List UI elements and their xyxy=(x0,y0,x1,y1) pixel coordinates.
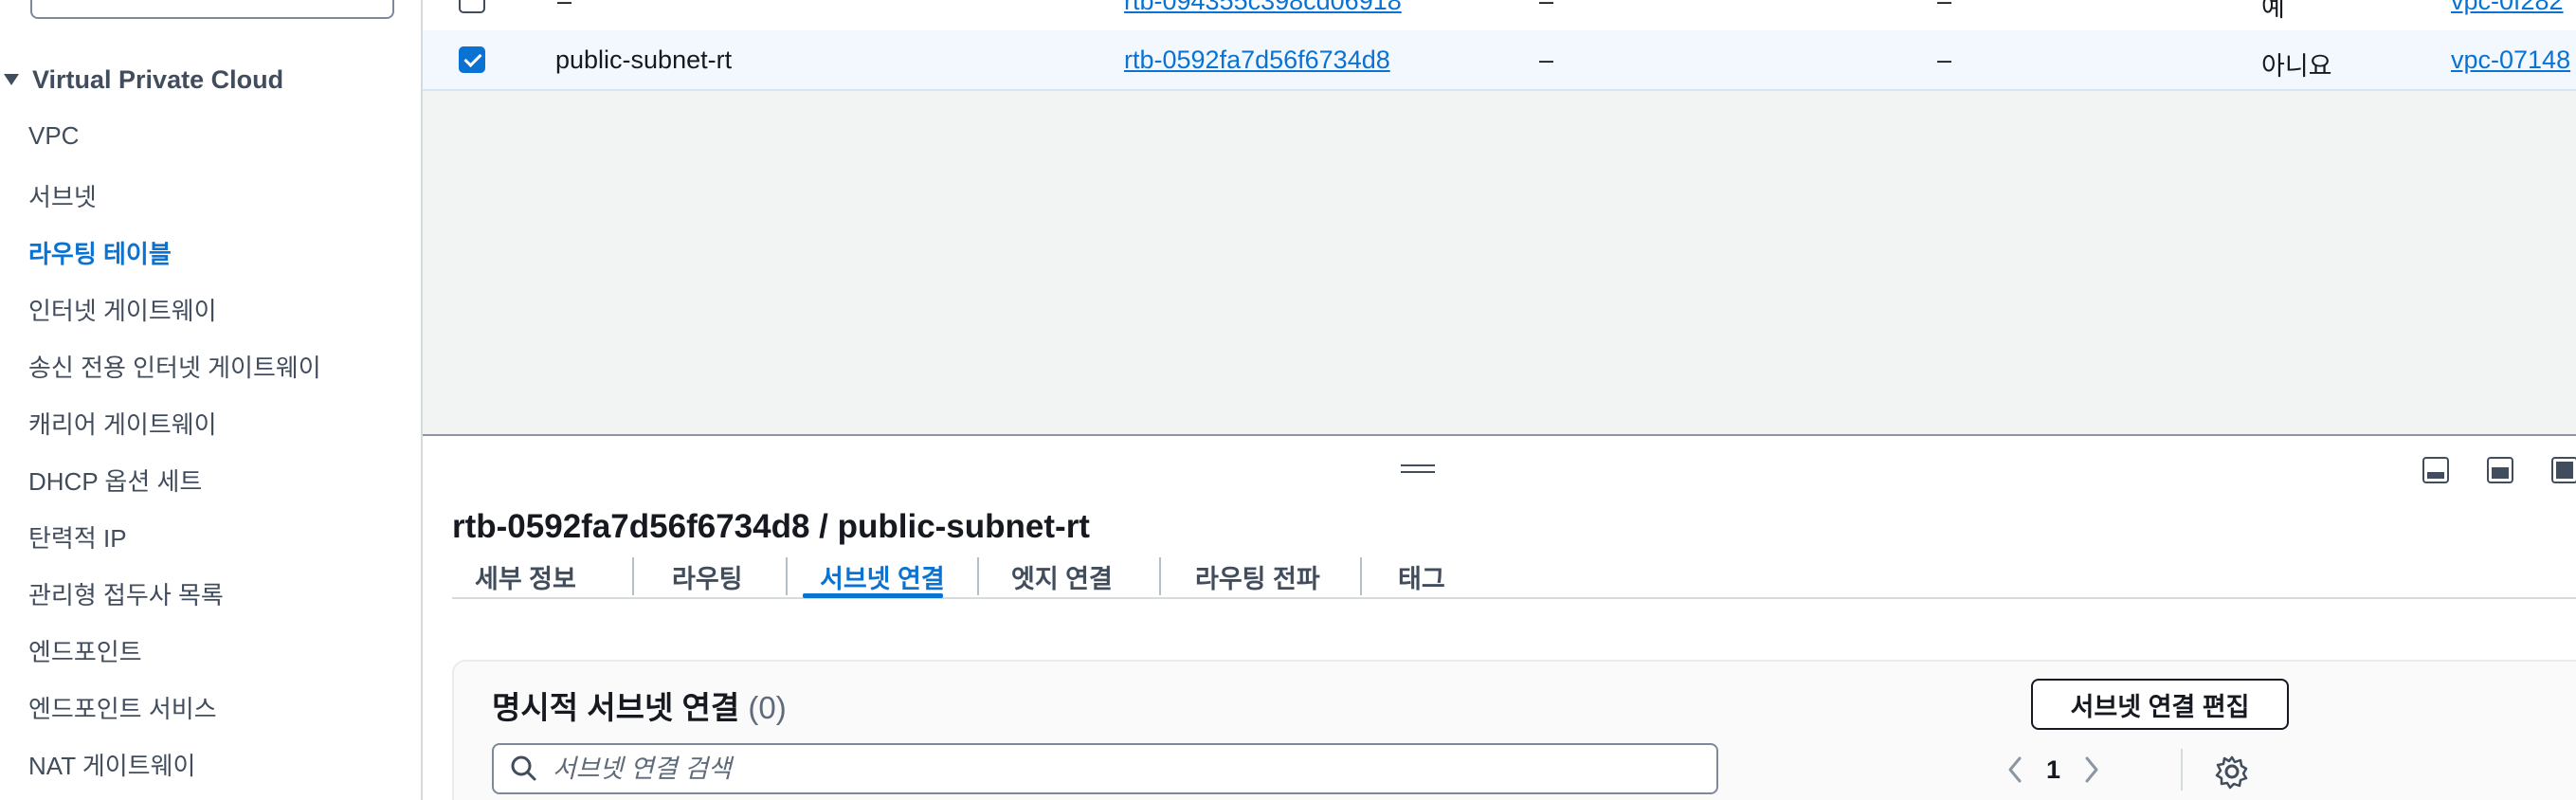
pager-divider xyxy=(2181,749,2183,791)
search-input[interactable] xyxy=(551,753,1692,785)
row-name: – xyxy=(557,0,572,15)
search-field[interactable] xyxy=(492,743,1718,794)
sidebar-item-endpoint-services[interactable]: 엔드포인트 서비스 xyxy=(28,690,217,725)
chevron-left-icon[interactable] xyxy=(2001,751,2029,789)
active-tab-indicator xyxy=(803,593,943,598)
edit-subnet-associations-button[interactable]: 서브넷 연결 편집 xyxy=(2031,679,2289,730)
tab-tags[interactable]: 태그 xyxy=(1398,555,1445,597)
container-count: (0) xyxy=(748,690,787,725)
sidebar-item-egress-only-igw[interactable]: 송신 전용 인터넷 게이트웨이 xyxy=(28,349,321,384)
row-name: public-subnet-rt xyxy=(555,45,733,74)
tab-divider xyxy=(1159,557,1161,595)
sidebar-item-internet-gateways[interactable]: 인터넷 게이트웨이 xyxy=(28,292,217,327)
row-explicit-subnets: – xyxy=(1539,45,1554,74)
row-main: 아니요 xyxy=(2261,52,2332,81)
table-row[interactable]: – rtb-094355c398cd06918 – – 예 vpc-0f282 xyxy=(423,0,2576,32)
sidebar-item-elastic-ips[interactable]: 탄력적 IP xyxy=(28,519,127,555)
container-title-text: 명시적 서브넷 연결 xyxy=(492,690,740,725)
sidebar-section-title: Virtual Private Cloud xyxy=(32,64,284,94)
container-title: 명시적 서브넷 연결 (0) xyxy=(492,682,787,728)
row-explicit-subnets: – xyxy=(1539,0,1554,15)
table-row-selected[interactable]: public-subnet-rt rtb-0592fa7d56f6734d8 –… xyxy=(423,30,2576,91)
gear-icon[interactable] xyxy=(2213,753,2251,791)
row-vpc-link[interactable]: vpc-0f282 xyxy=(2451,0,2564,16)
tab-list: 세부 정보 라우팅 서브넷 연결 엣지 연결 라우팅 전파 태그 xyxy=(452,555,2576,599)
tab-route-propagation[interactable]: 라우팅 전파 xyxy=(1195,555,1320,597)
sidebar-item-subnets[interactable]: 서브넷 xyxy=(28,178,97,213)
caret-down-icon xyxy=(4,74,19,85)
sidebar-item-nat-gateways[interactable]: NAT 게이트웨이 xyxy=(28,747,195,782)
chevron-right-icon[interactable] xyxy=(2077,751,2106,789)
search-icon xyxy=(511,755,536,781)
tab-subnet-associations[interactable]: 서브넷 연결 xyxy=(820,555,945,597)
tab-divider xyxy=(1360,557,1362,595)
tab-divider xyxy=(786,557,788,595)
tab-routes[interactable]: 라우팅 xyxy=(672,555,743,597)
split-panel: rtb-0592fa7d56f6734d8 / public-subnet-rt… xyxy=(423,434,2576,800)
row-route-table-id-link[interactable]: rtb-094355c398cd06918 xyxy=(1124,0,1402,16)
row-main: 예 xyxy=(2261,0,2285,22)
sidebar-item-vpc[interactable]: VPC xyxy=(28,121,79,151)
drag-handle-icon[interactable] xyxy=(1401,464,1435,474)
tab-divider xyxy=(977,557,979,595)
row-checkbox-checked[interactable] xyxy=(459,46,485,73)
sidebar-item-carrier-gateways[interactable]: 캐리어 게이트웨이 xyxy=(28,406,217,441)
panel-bottom-icon[interactable] xyxy=(2422,457,2449,483)
sidebar-filter-input[interactable] xyxy=(30,0,394,19)
panel-title: rtb-0592fa7d56f6734d8 / public-subnet-rt xyxy=(452,508,1090,545)
sidebar-section-vpc[interactable]: Virtual Private Cloud xyxy=(0,63,283,97)
sidebar-item-endpoints[interactable]: 엔드포인트 xyxy=(28,633,142,668)
tab-edge-associations[interactable]: 엣지 연결 xyxy=(1011,555,1113,597)
sidebar-item-dhcp-option-sets[interactable]: DHCP 옵션 세트 xyxy=(28,463,202,498)
pagination: 1 xyxy=(2001,747,2106,792)
row-vpc-link[interactable]: vpc-07148 xyxy=(2451,45,2570,75)
route-tables-table: – rtb-094355c398cd06918 – – 예 vpc-0f282 … xyxy=(423,0,2576,434)
current-page[interactable]: 1 xyxy=(2046,755,2060,785)
tab-divider xyxy=(632,557,634,595)
sidebar-item-managed-prefix-lists[interactable]: 관리형 접두사 목록 xyxy=(28,576,224,611)
explicit-subnet-associations-container: 명시적 서브넷 연결 (0) 서브넷 연결 편집 1 xyxy=(452,660,2576,800)
row-edge-associations: – xyxy=(1937,45,1952,74)
panel-side-icon[interactable] xyxy=(2487,457,2513,483)
row-checkbox[interactable] xyxy=(459,0,485,13)
sidebar-item-route-tables[interactable]: 라우팅 테이블 xyxy=(28,235,172,270)
sidebar: Virtual Private Cloud VPC 서브넷 라우팅 테이블 인터… xyxy=(0,0,423,800)
tab-details[interactable]: 세부 정보 xyxy=(475,555,576,597)
row-route-table-id-link[interactable]: rtb-0592fa7d56f6734d8 xyxy=(1124,45,1390,75)
panel-full-icon[interactable] xyxy=(2551,457,2576,483)
row-edge-associations: – xyxy=(1937,0,1952,15)
